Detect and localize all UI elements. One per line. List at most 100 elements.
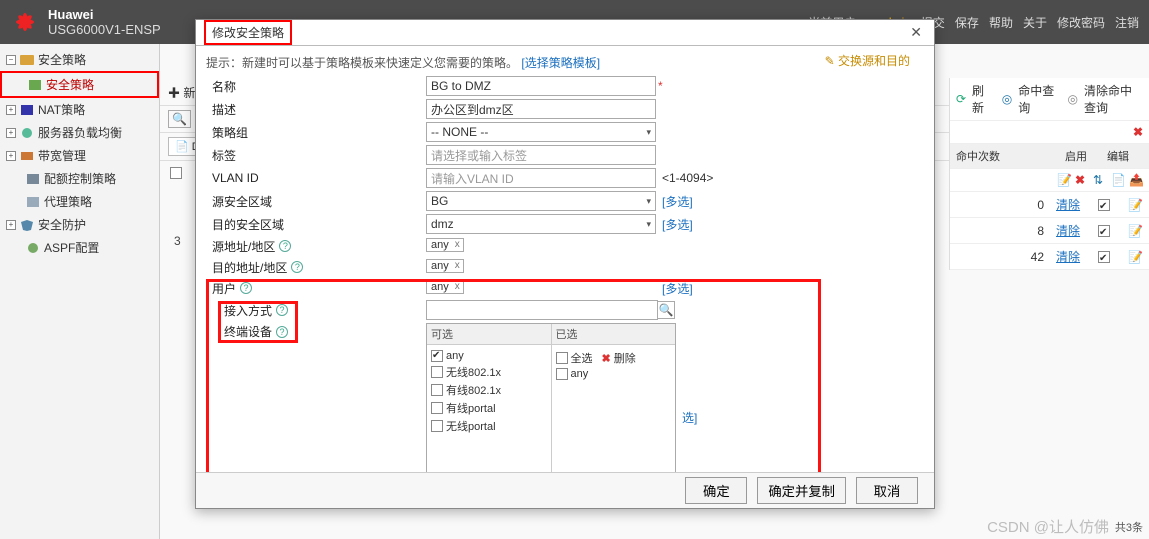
user-field[interactable]: any [426, 279, 656, 297]
copy-icon[interactable]: 📄 [1111, 173, 1125, 187]
delete-sel-label[interactable]: 删除 [614, 350, 636, 366]
opt-wl8021x[interactable]: 无线802.1x [446, 364, 501, 380]
collapse-icon[interactable]: − [6, 55, 16, 65]
select-all-checkbox[interactable] [556, 352, 568, 364]
srcaddr-field[interactable]: any [426, 237, 656, 255]
help-icon[interactable]: ? [291, 261, 303, 273]
srczone-select[interactable]: BG▾ [426, 191, 656, 211]
expand-icon[interactable]: + [6, 151, 16, 161]
tree-root[interactable]: − 安全策略 [0, 48, 159, 71]
refresh-label[interactable]: 刷新 [972, 82, 992, 116]
tree-label: 安全策略 [46, 76, 94, 93]
row-edit-icon[interactable]: 📝 [1128, 224, 1143, 238]
delete-sel-icon[interactable]: ✖ [602, 352, 611, 365]
tag-any[interactable]: any [426, 259, 464, 273]
clear-hit-label[interactable]: 清除命中查询 [1084, 82, 1143, 116]
tree-item-security-policy[interactable]: 安全策略 [0, 71, 159, 98]
dstaddr-field[interactable]: any [426, 258, 656, 276]
multi-link[interactable]: 选] [682, 409, 697, 426]
opt-checkbox[interactable] [431, 384, 443, 396]
help-icon[interactable]: ? [279, 240, 291, 252]
opt-checkbox[interactable] [431, 420, 443, 432]
logout-link[interactable]: 注销 [1115, 14, 1139, 31]
opt-wportal[interactable]: 有线portal [446, 400, 496, 416]
select-all-label[interactable]: 全选 [571, 350, 593, 366]
edit-icon[interactable]: 📝 [1057, 173, 1071, 187]
help-icon[interactable]: ? [276, 326, 288, 338]
access-search-input[interactable] [426, 300, 658, 320]
row-edit-icon[interactable]: 📝 [1128, 250, 1143, 264]
enable-checkbox[interactable] [1098, 225, 1110, 237]
tree-item-bandwidth[interactable]: + 带宽管理 [0, 144, 159, 167]
dstzone-select[interactable]: dmz▾ [426, 214, 656, 234]
export-icon[interactable]: 📤 [1129, 173, 1143, 187]
multi-link[interactable]: [多选] [662, 216, 693, 233]
ok-button[interactable]: 确定 [685, 477, 747, 504]
clear-link[interactable]: 清除 [1056, 248, 1080, 265]
tree-item-protection[interactable]: + 安全防护 [0, 213, 159, 236]
access-dual-list: 可选 已选 any 无线802.1x 有线802.1x 有线portal 无线p… [426, 323, 676, 472]
col-enable: 启用 [1065, 148, 1101, 164]
sel-any[interactable]: any [571, 368, 589, 380]
delete-all-icon[interactable]: ✖ [1133, 125, 1143, 139]
nat-icon [20, 104, 34, 116]
help-icon[interactable]: ? [240, 282, 252, 294]
label-dstaddr: 目的地址/地区? [206, 259, 426, 276]
multi-link[interactable]: [多选] [662, 193, 693, 210]
clear-hit-button[interactable]: ◎ [1068, 92, 1078, 106]
help-link[interactable]: 帮助 [989, 14, 1013, 31]
opt-any[interactable]: any [446, 350, 464, 362]
expand-icon[interactable]: + [6, 105, 16, 115]
tree-label: 安全防护 [38, 216, 86, 233]
search-icon[interactable]: 🔍 [657, 301, 675, 319]
row-checkbox[interactable] [170, 167, 182, 179]
opt-checkbox[interactable] [431, 350, 443, 362]
ok-copy-button[interactable]: 确定并复制 [757, 477, 846, 504]
expand-icon[interactable]: + [6, 128, 16, 138]
vlan-input[interactable] [426, 168, 656, 188]
name-input[interactable] [426, 76, 656, 96]
tree-item-nat[interactable]: + NAT策略 [0, 98, 159, 121]
clear-link[interactable]: 清除 [1056, 222, 1080, 239]
row-edit-icon[interactable]: 📝 [1128, 198, 1143, 212]
table-row: 0 清除 📝 [950, 192, 1149, 218]
add-button-partial[interactable]: ✚ 新 [168, 84, 195, 101]
tree-root-label: 安全策略 [38, 51, 86, 68]
clear-link[interactable]: 清除 [1056, 196, 1080, 213]
multi-link[interactable]: [多选] [662, 280, 693, 297]
swap-src-dst-link[interactable]: 交换源和目的 [825, 52, 910, 69]
about-link[interactable]: 关于 [1023, 14, 1047, 31]
tag-input[interactable] [426, 145, 656, 165]
help-icon[interactable]: ? [276, 304, 288, 316]
template-link[interactable]: [选择策略模板] [521, 56, 600, 70]
tree-item-slb[interactable]: + 服务器负载均衡 [0, 121, 159, 144]
enable-checkbox[interactable] [1098, 251, 1110, 263]
opt-checkbox[interactable] [556, 368, 568, 380]
tree-item-quota[interactable]: 配额控制策略 [0, 167, 159, 190]
hit-query-button[interactable]: ◎ [1002, 92, 1012, 106]
cancel-button[interactable]: 取消 [856, 477, 918, 504]
refresh-button[interactable]: ⟳ [956, 92, 966, 106]
change-pwd-link[interactable]: 修改密码 [1057, 14, 1105, 31]
expand-icon[interactable]: + [6, 220, 16, 230]
search-icon[interactable]: 🔍 [168, 110, 191, 128]
opt-wlportal[interactable]: 无线portal [446, 418, 496, 434]
desc-input[interactable] [426, 99, 656, 119]
slb-icon [20, 127, 34, 139]
delete-icon[interactable]: ✖ [1075, 173, 1089, 187]
tag-any[interactable]: any [426, 238, 464, 252]
col-hit: 命中次数 [956, 148, 1059, 164]
tree-item-proxy[interactable]: 代理策略 [0, 190, 159, 213]
tag-any[interactable]: any [426, 280, 464, 294]
opt-w8021x2[interactable]: 有线802.1x [446, 382, 501, 398]
enable-checkbox[interactable] [1098, 199, 1110, 211]
save-link[interactable]: 保存 [955, 14, 979, 31]
opt-checkbox[interactable] [431, 402, 443, 414]
hit-label[interactable]: 命中查询 [1018, 82, 1057, 116]
close-icon[interactable]: ✕ [906, 24, 926, 41]
group-select[interactable]: -- NONE --▾ [426, 122, 656, 142]
move-icon[interactable]: ⇅ [1093, 173, 1107, 187]
tree-label: 带宽管理 [38, 147, 86, 164]
tree-item-aspf[interactable]: ASPF配置 [0, 236, 159, 259]
opt-checkbox[interactable] [431, 366, 443, 378]
